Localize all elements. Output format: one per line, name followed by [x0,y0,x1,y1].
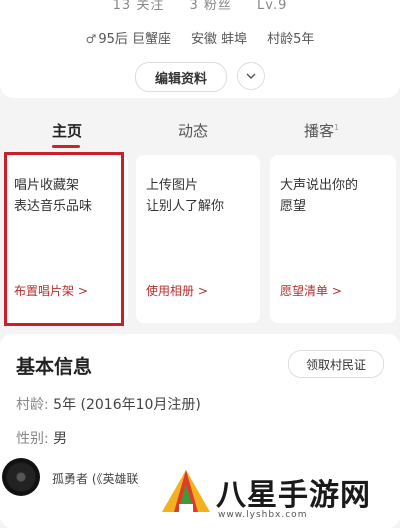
edit-row: 编辑资料 [0,62,400,92]
edit-profile-button[interactable]: 编辑资料 [135,62,227,92]
profile-card: 13 关注 3 粉丝 Lv.9 ♂ 95后 巨蟹座 安徽 蚌埠 村龄5年 编辑资料 [0,0,400,98]
card-title: 上传图片 让别人了解你 [146,178,225,214]
watermark-url: www.lyshbx.com [218,510,308,520]
gender-label: 性别: [16,431,49,447]
tab-activity[interactable]: 动态 [178,120,208,141]
site-watermark: 八星手游网 www.lyshbx.com [150,462,400,528]
gender-age-text: 95后 巨蟹座 [98,32,172,47]
card-title: 大声说出你的 愿望 [280,178,359,214]
tab-podcast-label: 播客 [304,122,335,140]
gender-age: ♂ 95后 巨蟹座 [86,28,171,47]
village-age-value: 5年 (2016年10月注册) [53,397,201,413]
profile-info-row: ♂ 95后 巨蟹座 安徽 蚌埠 村龄5年 [0,28,400,47]
tab-home[interactable]: 主页 [52,120,82,141]
highlight-annotation-box [4,152,124,326]
gender-row: 性别: 男 [16,428,67,448]
chevron-down-icon [246,73,256,79]
location: 安徽 蚌埠 [191,32,248,47]
level-badge: Lv.9 [257,0,288,13]
vinyl-disc-icon[interactable] [2,458,40,496]
profile-tabs: 主页 动态 播客1 [0,112,400,148]
card-link[interactable]: 使用相册 > [146,282,208,299]
gender-value: 男 [53,431,68,447]
profile-stats: 13 关注 3 粉丝 Lv.9 [0,0,400,13]
male-icon: ♂ [85,32,97,46]
wishlist-card[interactable]: 大声说出你的 愿望 愿望清单 > [270,155,396,323]
now-playing-song[interactable]: 孤勇者 (《英雄联 [52,470,139,487]
basic-info-title: 基本信息 [16,356,93,378]
expand-button[interactable] [237,62,265,90]
album-card[interactable]: 上传图片 让别人了解你 使用相册 > [136,155,260,323]
village-age-row: 村龄: 5年 (2016年10月注册) [16,394,201,414]
village-age-label: 村龄: [16,397,49,413]
claim-village-cert-button[interactable]: 领取村民证 [288,350,384,378]
active-tab-indicator [52,145,80,148]
watermark-logo-icon [162,470,210,512]
podcast-badge: 1 [334,123,340,132]
tab-podcast[interactable]: 播客1 [304,120,339,141]
following-count[interactable]: 13 关注 [113,0,165,13]
watermark-text: 八星手游网 [216,478,371,513]
card-link[interactable]: 愿望清单 > [280,282,342,299]
village-age: 村龄5年 [267,32,315,47]
followers-count[interactable]: 3 粉丝 [189,0,231,13]
